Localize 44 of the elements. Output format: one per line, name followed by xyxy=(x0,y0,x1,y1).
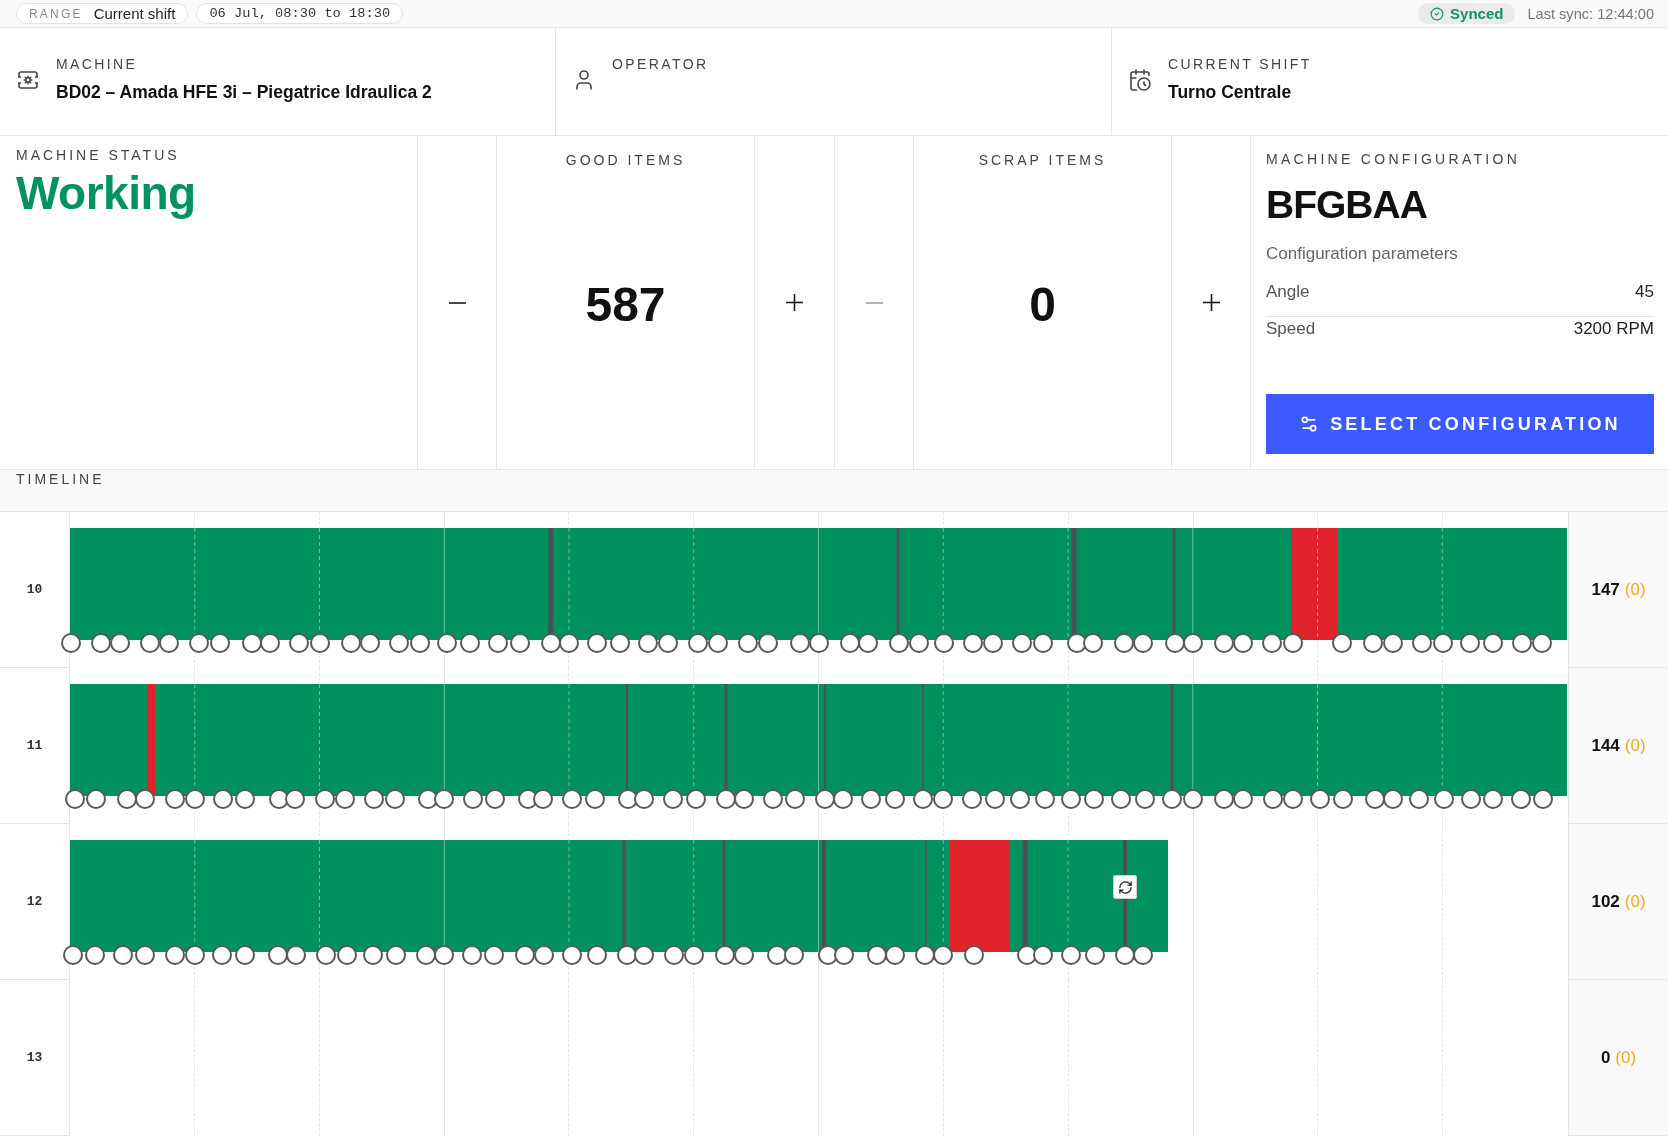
hour-label: 12 xyxy=(26,894,43,909)
parameter-value: 45 xyxy=(1635,282,1654,302)
good-count: 144 xyxy=(1591,735,1620,756)
parameters-title: Configuration parameters xyxy=(1266,244,1458,264)
info-value: Turno Centrale xyxy=(1168,81,1292,103)
scrap-count: (0) xyxy=(1624,891,1646,912)
last-sync-time: Last sync: 12:44:00 xyxy=(1527,5,1654,22)
plus-icon xyxy=(786,294,803,311)
refresh-icon xyxy=(1113,875,1137,899)
sync-status: Synced xyxy=(1450,5,1504,22)
scrap-count: (0) xyxy=(1615,1047,1637,1068)
machine-gear-icon xyxy=(16,68,40,92)
plus-icon xyxy=(1202,294,1220,311)
timeline-title: TIMELINE xyxy=(16,470,105,488)
info-label: OPERATOR xyxy=(612,55,709,73)
minus-icon xyxy=(865,301,883,304)
hour-label: 13 xyxy=(26,1050,43,1065)
check-circle-icon xyxy=(1430,6,1445,21)
good-count: 102 xyxy=(1591,891,1620,912)
info-label: CURRENT SHIFT xyxy=(1168,55,1312,73)
counter-label: SCRAP ITEMS xyxy=(978,151,1107,169)
status-value: Working xyxy=(16,168,196,219)
minus-icon xyxy=(448,301,466,304)
hour-label: 11 xyxy=(26,738,43,753)
config-code: BFGBAA xyxy=(1266,183,1427,227)
range-button[interactable]: RANGE Current shift xyxy=(16,3,189,24)
good-count: 0 xyxy=(1600,1047,1611,1068)
parameter-name: Speed xyxy=(1266,319,1316,339)
parameter-name: Angle xyxy=(1266,282,1310,302)
period-chip: 06 Jul, 08:30 to 18:30 xyxy=(196,3,404,24)
status-label: MACHINE STATUS xyxy=(16,146,180,164)
counter-value: 587 xyxy=(585,279,666,332)
scrap-count: (0) xyxy=(1624,579,1646,600)
calendar-clock-icon xyxy=(1128,68,1152,92)
counter-label: GOOD ITEMS xyxy=(565,151,686,169)
good-count: 147 xyxy=(1591,579,1620,600)
parameter-value: 3200 RPM xyxy=(1573,319,1654,339)
scrap-count: (0) xyxy=(1624,735,1646,756)
info-label: MACHINE xyxy=(56,55,138,73)
config-label: MACHINE CONFIGURATION xyxy=(1266,150,1521,168)
select-configuration-button[interactable]: SELECT CONFIGURATION xyxy=(1266,394,1654,454)
hour-label: 10 xyxy=(26,582,43,597)
counter-value: 0 xyxy=(1029,279,1056,332)
info-value: BD02 – Amada HFE 3i – Piegatrice Idraulica 2 xyxy=(56,81,432,103)
